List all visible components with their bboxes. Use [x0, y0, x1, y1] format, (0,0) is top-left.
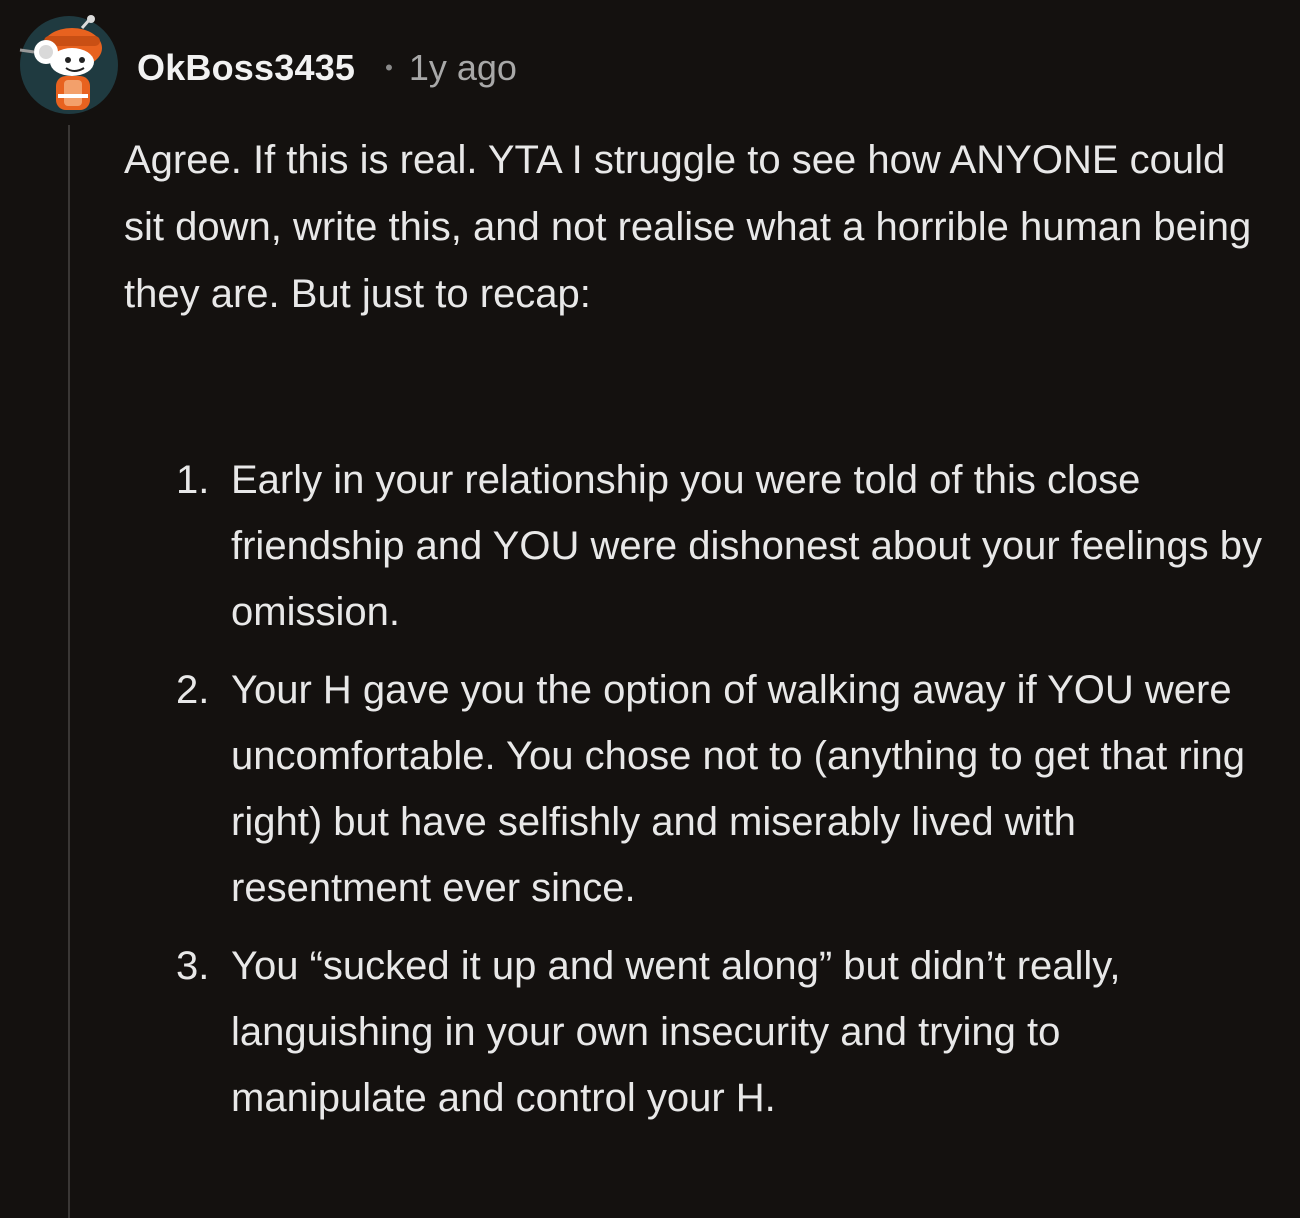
list-item-text: You “sucked it up and went along” but di…: [231, 944, 1121, 1120]
list-item: 3. You “sucked it up and went along” but…: [176, 933, 1266, 1131]
timestamp[interactable]: 1y ago: [409, 47, 517, 89]
user-avatar[interactable]: [18, 14, 120, 116]
list-item-number: 3.: [176, 944, 210, 988]
meta-separator: •: [385, 55, 393, 80]
list-item-text: Your H gave you the option of walking aw…: [231, 668, 1246, 910]
list-item: 1. Early in your relationship you were t…: [176, 447, 1266, 645]
snoo-avatar-icon: [19, 15, 118, 114]
comment-header: OkBoss3435 • 1y ago: [137, 46, 517, 90]
username-link[interactable]: OkBoss3435: [137, 47, 355, 89]
list-item: 2. Your H gave you the option of walking…: [176, 657, 1266, 921]
comment-list: 1. Early in your relationship you were t…: [176, 447, 1266, 1143]
list-item-number: 2.: [176, 668, 210, 712]
list-item-text: Early in your relationship you were told…: [231, 458, 1262, 634]
thread-line[interactable]: [68, 125, 70, 1218]
comment-paragraph: Agree. If this is real. YTA I struggle t…: [124, 138, 1252, 316]
list-item-number: 1.: [176, 458, 210, 502]
